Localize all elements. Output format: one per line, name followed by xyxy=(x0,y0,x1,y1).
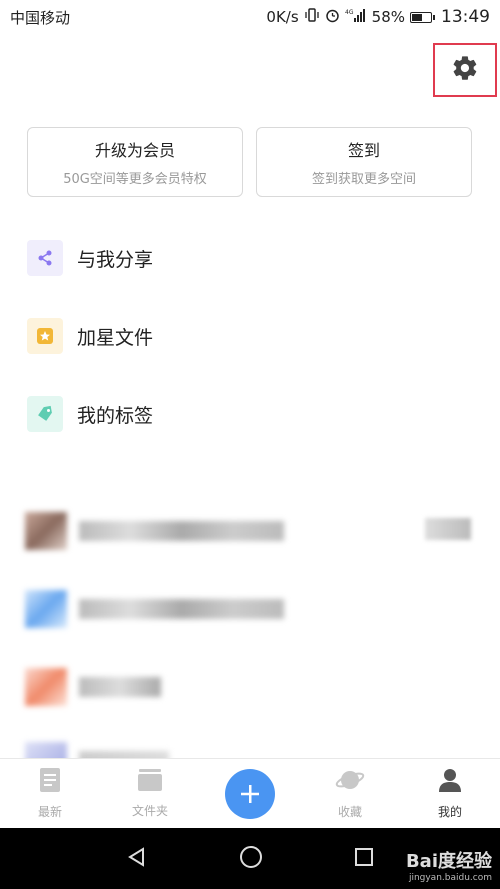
tab-label-recent: 最新 xyxy=(37,805,62,819)
watermark-logo: Bai度经验 xyxy=(405,851,492,872)
menu-label-shared: 与我分享 xyxy=(77,248,154,271)
avatar xyxy=(25,668,67,706)
tab-folders[interactable]: 文件夹 xyxy=(100,759,200,829)
upgrade-vip-title: 升级为会员 xyxy=(94,141,175,160)
checkin-title: 签到 xyxy=(347,141,380,160)
list-item[interactable] xyxy=(25,590,284,628)
recents-square-icon[interactable] xyxy=(354,847,374,871)
menu-item-shared-with-me[interactable]: 与我分享 xyxy=(27,240,467,276)
share-icon xyxy=(27,240,63,276)
back-triangle-icon[interactable] xyxy=(126,846,148,872)
menu-item-my-tags[interactable]: 我的标签 xyxy=(27,396,467,432)
system-nav-bar: Bai度经验 jingyan.baidu.com xyxy=(0,828,500,889)
menu-label-tags: 我的标签 xyxy=(77,404,154,427)
status-bar: 中国移动 0K/s 4G 58% 13:49 xyxy=(0,0,500,34)
star-icon xyxy=(27,318,63,354)
list-item[interactable] xyxy=(25,512,284,550)
status-indicators: 0K/s 4G 58% 13:49 xyxy=(266,7,490,27)
menu-label-starred: 加星文件 xyxy=(77,326,154,349)
clock: 13:49 xyxy=(441,7,490,27)
checkin-subtitle: 签到获取更多空间 xyxy=(311,172,416,187)
tab-add[interactable] xyxy=(200,759,300,829)
add-button[interactable] xyxy=(225,768,275,819)
bottom-tab-bar: 最新 文件夹 收藏 我的 xyxy=(0,758,500,828)
blurred-text xyxy=(79,677,161,697)
battery-icon xyxy=(410,11,435,23)
tab-label-folders: 文件夹 xyxy=(131,804,168,818)
svg-text:4G: 4G xyxy=(345,9,354,16)
upgrade-vip-subtitle: 50G空间等更多会员特权 xyxy=(63,172,207,187)
blurred-text xyxy=(79,599,284,619)
tab-favorites[interactable]: 收藏 xyxy=(300,759,400,829)
upgrade-vip-card[interactable]: 升级为会员 50G空间等更多会员特权 xyxy=(27,127,243,197)
checkin-card[interactable]: 签到 签到获取更多空间 xyxy=(256,127,472,197)
menu-item-starred-files[interactable]: 加星文件 xyxy=(27,318,467,354)
avatar xyxy=(25,590,67,628)
gear-icon xyxy=(451,54,479,86)
network-speed: 0K/s xyxy=(266,8,299,26)
vibrate-icon xyxy=(304,8,320,26)
carrier-label: 中国移动 xyxy=(10,8,71,27)
tab-label-me: 我的 xyxy=(437,805,462,819)
blurred-badge xyxy=(425,518,471,540)
planet-icon xyxy=(335,767,365,797)
alarm-icon xyxy=(325,8,340,27)
document-icon xyxy=(38,767,62,797)
watermark: Bai度经验 jingyan.baidu.com xyxy=(406,847,492,883)
tab-recent[interactable]: 最新 xyxy=(0,759,100,829)
plus-icon xyxy=(241,784,259,803)
avatar xyxy=(25,512,67,550)
tag-icon xyxy=(27,396,63,432)
home-circle-icon[interactable] xyxy=(239,845,263,873)
folder-icon xyxy=(137,768,163,796)
blurred-text xyxy=(79,521,284,541)
tab-label-favorites: 收藏 xyxy=(337,805,362,819)
list-item[interactable] xyxy=(25,668,161,706)
settings-button[interactable] xyxy=(433,43,497,97)
signal-4g-icon: 4G xyxy=(345,8,367,26)
tab-me[interactable]: 我的 xyxy=(400,759,500,829)
battery-percent: 58% xyxy=(371,8,405,26)
watermark-url: jingyan.baidu.com xyxy=(408,873,492,883)
user-icon xyxy=(437,767,463,797)
